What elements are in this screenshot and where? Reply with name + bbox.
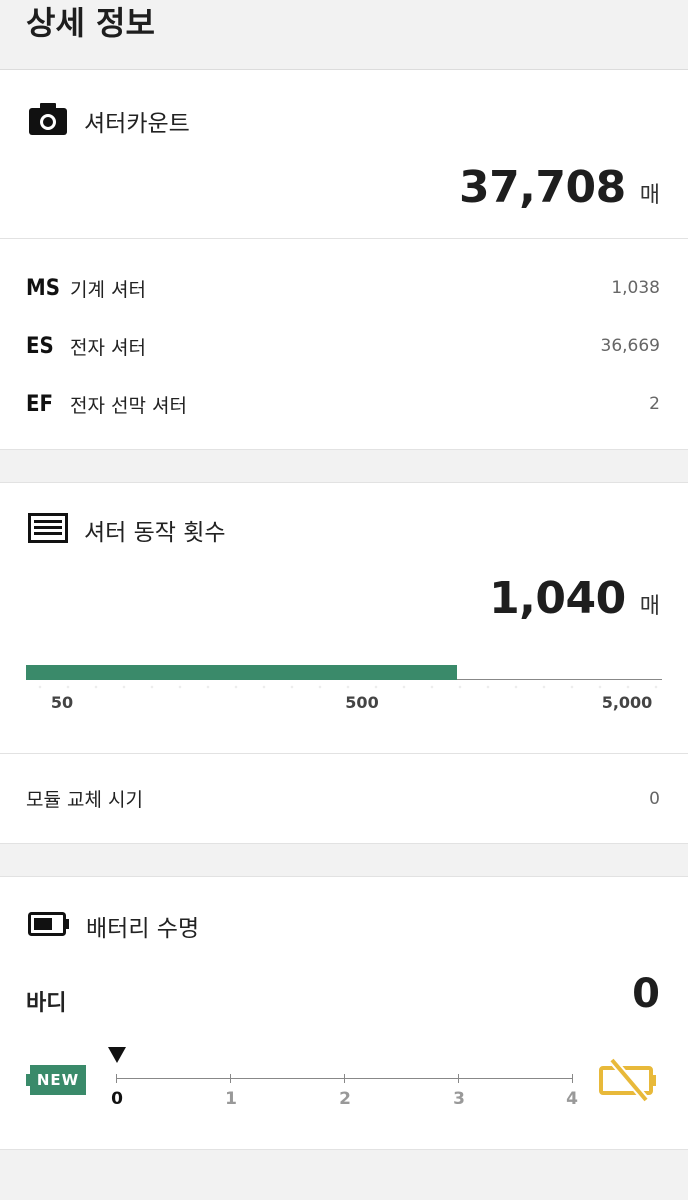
section-divider	[0, 753, 688, 754]
shutter-row-ef: EF 전자 선막 셔터 2	[26, 384, 660, 424]
shutter-count-header: 셔터카운트	[28, 102, 190, 140]
level-tick	[458, 1074, 459, 1083]
shutter-actuation-value: 1,040	[489, 573, 626, 624]
body-label: 바디	[26, 991, 67, 1016]
shutter-type-code: MS	[26, 275, 60, 301]
battery-life-title: 배터리 수명	[86, 916, 200, 942]
shutter-count-title: 셔터카운트	[84, 111, 190, 137]
battery-icon	[28, 910, 70, 942]
level-label-2: 2	[339, 1089, 351, 1109]
scale-label-500: 500	[345, 693, 379, 712]
battery-alert-icon	[598, 1057, 660, 1107]
shutter-type-value: 2	[649, 394, 660, 414]
shutter-type-label: 전자 셔터	[70, 336, 146, 359]
level-tick	[116, 1074, 117, 1083]
level-label-1: 1	[225, 1089, 237, 1109]
shutter-row-es: ES 전자 셔터 36,669	[26, 326, 660, 366]
level-label-4: 4	[566, 1089, 578, 1109]
shutter-type-label: 전자 선막 셔터	[70, 394, 187, 417]
scale-dots	[26, 683, 662, 691]
detail-info-page: 상세 정보 셔터카운트 37,708 매 MS 기계 셔터 1,038 ES 전…	[0, 0, 688, 1200]
page-header: 상세 정보	[0, 0, 688, 70]
camera-icon	[28, 102, 68, 140]
shutter-actuation-card: 셔터 동작 횟수 1,040 매 50 500 5,000 모듈 교체 시기 0	[0, 482, 688, 844]
module-replacement-row: 모듈 교체 시기 0	[26, 785, 660, 812]
scale-label-5000: 5,000	[601, 693, 653, 712]
level-tick	[344, 1074, 345, 1083]
shutter-type-code: EF	[26, 391, 54, 417]
actuation-bar-fill	[26, 665, 458, 680]
shutter-actuation-title: 셔터 동작 횟수	[84, 520, 226, 546]
shutter-row-ms: MS 기계 셔터 1,038	[26, 268, 660, 308]
shutter-count-value: 37,708	[458, 162, 626, 213]
shutter-count-total: 37,708 매	[459, 162, 660, 213]
section-divider	[0, 238, 688, 239]
shutter-type-value: 36,669	[600, 336, 660, 356]
level-tick	[230, 1074, 231, 1083]
shutter-type-label: 기계 셔터	[70, 278, 146, 301]
shutter-actuation-unit: 매	[639, 594, 660, 619]
module-replacement-label: 모듈 교체 시기	[26, 789, 143, 811]
new-battery-badge: NEW	[26, 1065, 86, 1095]
shutter-icon	[28, 513, 68, 547]
shutter-type-code: ES	[26, 333, 54, 359]
body-value: 0	[632, 971, 660, 1017]
shutter-actuation-total: 1,040 매	[489, 573, 660, 624]
battery-life-header: 배터리 수명	[28, 909, 199, 943]
module-replacement-value: 0	[649, 788, 660, 809]
shutter-count-unit: 매	[639, 183, 660, 208]
shutter-count-card: 셔터카운트 37,708 매 MS 기계 셔터 1,038 ES 전자 셔터 3…	[0, 70, 688, 450]
battery-life-card: 배터리 수명 바디 0 NEW 0 1 2 3 4	[0, 876, 688, 1150]
shutter-actuation-header: 셔터 동작 횟수	[28, 513, 226, 547]
scale-label-50: 50	[50, 693, 74, 712]
page-title: 상세 정보	[26, 4, 155, 42]
level-label-3: 3	[453, 1089, 465, 1109]
current-level-marker	[108, 1047, 126, 1063]
level-label-0: 0	[111, 1089, 123, 1109]
level-tick	[572, 1074, 573, 1083]
shutter-type-value: 1,038	[611, 278, 660, 298]
